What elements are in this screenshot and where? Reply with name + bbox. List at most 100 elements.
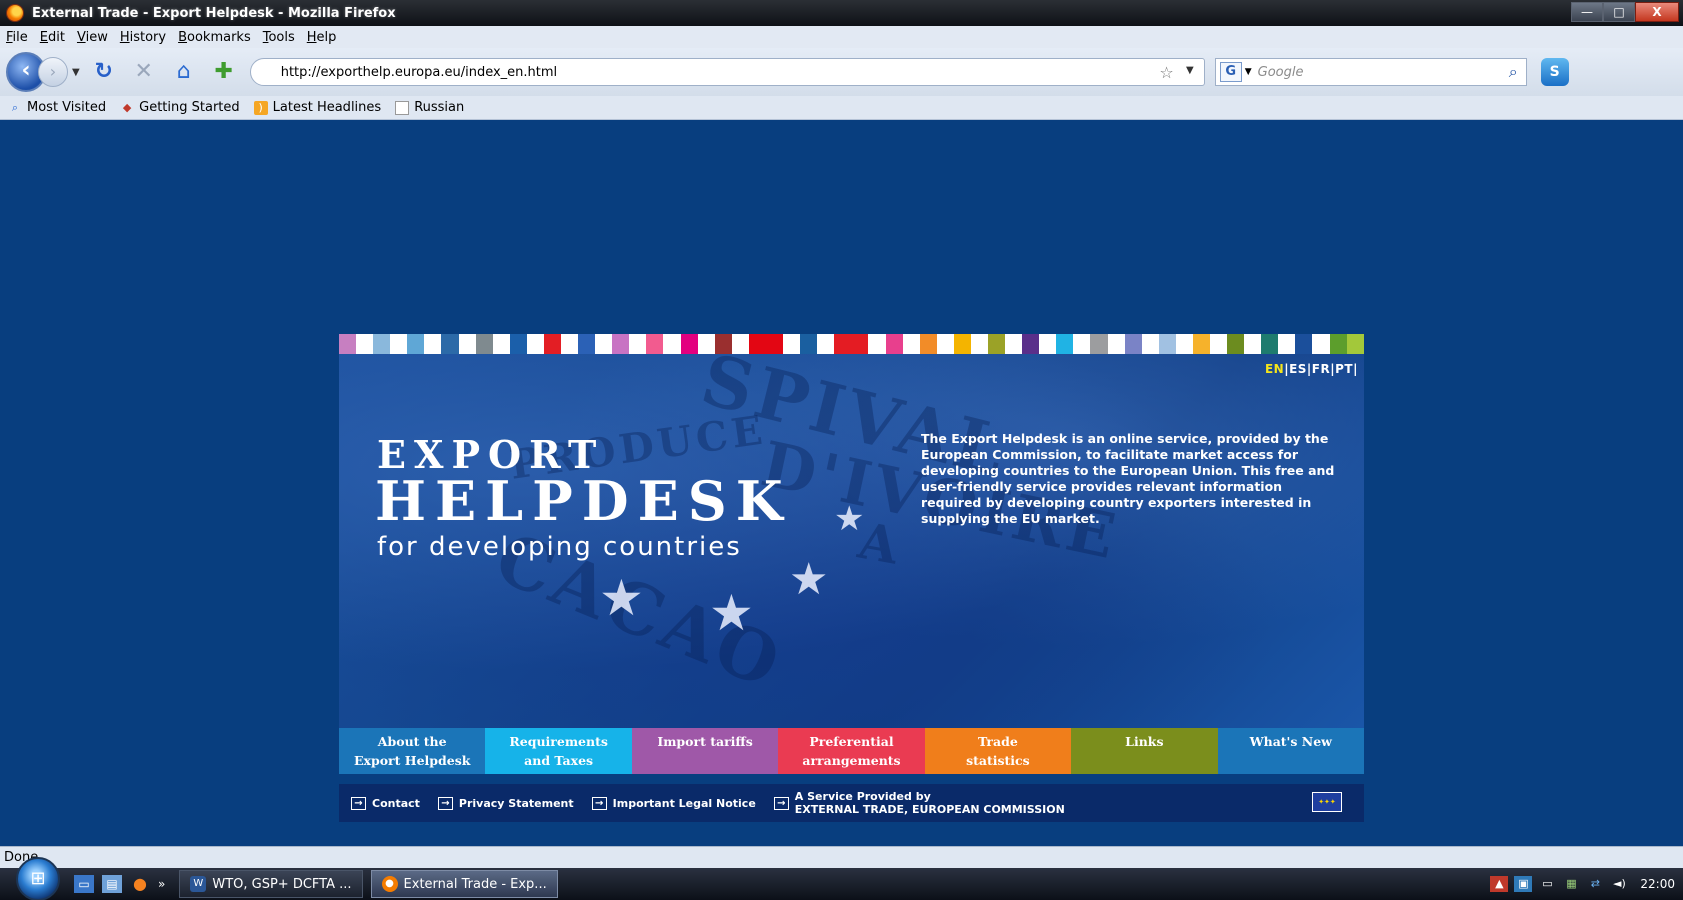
firefox-icon — [6, 4, 24, 22]
clock[interactable]: 22:00 — [1640, 877, 1675, 891]
tab-label: Preferential — [809, 734, 894, 749]
color-strip-segment — [1244, 334, 1262, 354]
url-bar[interactable]: http://exporthelp.europa.eu/index_en.htm… — [249, 58, 1205, 86]
menu-history[interactable]: History — [120, 30, 166, 45]
show-desktop-icon[interactable]: ▭ — [74, 875, 94, 893]
color-strip-segment — [987, 334, 1006, 354]
history-dropdown-icon[interactable]: ▼ — [72, 67, 80, 78]
minimize-button[interactable]: — — [1571, 2, 1603, 22]
bookmark-label: Most Visited — [27, 100, 107, 115]
color-strip-segment — [1175, 334, 1193, 354]
color-strip-segment — [373, 334, 391, 354]
color-strip-segment — [902, 334, 920, 354]
bookmark-most-visited[interactable]: ⌕ Most Visited — [8, 100, 106, 115]
color-strip-segment — [1073, 334, 1091, 354]
contact-link[interactable]: → Contact — [351, 796, 420, 810]
forward-button[interactable]: › — [38, 57, 68, 87]
bookmark-russian[interactable]: Russian — [395, 100, 464, 115]
color-strip-segment — [1022, 334, 1040, 354]
menu-view[interactable]: View — [77, 30, 108, 45]
color-strip-segment — [919, 334, 937, 354]
menu-bookmarks[interactable]: Bookmarks — [178, 30, 251, 45]
color-strip-segment — [407, 334, 425, 354]
tray-app-icon[interactable]: ▲ — [1490, 876, 1509, 892]
tab-requirements[interactable]: Requirements and Taxes — [485, 728, 632, 774]
tray-network-icon[interactable]: ▣ — [1514, 876, 1533, 892]
bookmark-getting-started[interactable]: ◆ Getting Started — [120, 100, 240, 115]
most-visited-icon: ⌕ — [11, 100, 19, 114]
color-strip-segment — [817, 334, 835, 354]
tab-import-tariffs[interactable]: Import tariffs — [631, 728, 779, 774]
page-content: SPIVAL PRODUCE D'IVOIRE CACAO A EN|ES|FR… — [0, 121, 1683, 846]
tab-trade-statistics[interactable]: Trade statistics — [924, 728, 1072, 774]
google-icon[interactable]: G — [1219, 62, 1242, 82]
tab-whats-new[interactable]: What's New — [1217, 728, 1364, 774]
addon-icon[interactable]: ✚ — [210, 58, 238, 86]
page-icon — [395, 100, 410, 115]
tab-about[interactable]: About the Export Helpdesk — [339, 728, 486, 774]
tray-monitor-icon[interactable]: ▭ — [1538, 876, 1556, 892]
tab-label: Export Helpdesk — [354, 753, 471, 768]
close-button[interactable]: X — [1635, 2, 1679, 22]
taskbar-item-label: External Trade - Exp... — [403, 876, 547, 892]
bookmarks-toolbar: ⌕ Most Visited ◆ Getting Started ) Lates… — [0, 96, 1683, 120]
color-strip-segment — [1261, 334, 1279, 354]
start-button[interactable]: ⊞ — [16, 857, 60, 900]
system-tray: ▲ ▣ ▭ ▦ ⇄ ◄) 22:00 — [1476, 868, 1683, 900]
window-controls: — □ X — [1571, 2, 1679, 22]
quicklaunch-chevron[interactable]: » — [158, 877, 165, 891]
service-provider-text: A Service Provided by EXTERNAL TRADE, EU… — [795, 790, 1065, 816]
menu-help[interactable]: Help — [307, 30, 337, 45]
lang-other-links[interactable]: |ES|FR|PT| — [1284, 362, 1358, 376]
color-strip-segment — [1124, 334, 1142, 354]
maximize-button[interactable]: □ — [1603, 2, 1635, 22]
switch-windows-icon[interactable]: ▤ — [102, 875, 122, 893]
skype-icon[interactable]: S — [1540, 58, 1569, 86]
color-strip-segment — [595, 334, 613, 354]
eu-star-icon: ★ — [834, 499, 865, 539]
stop-icon[interactable]: ✕ — [130, 58, 158, 86]
eu-flag-icon[interactable]: ✦✦✦ — [1312, 792, 1342, 812]
color-strip-segment — [1056, 334, 1074, 354]
color-strip-segment — [458, 334, 476, 354]
tray-notes-icon[interactable]: ▦ — [1562, 876, 1580, 892]
url-dropdown-icon[interactable]: ▼ — [1186, 65, 1194, 76]
color-strip-segment — [390, 334, 408, 354]
tab-links[interactable]: Links — [1071, 728, 1218, 774]
color-strip-segment — [748, 334, 766, 354]
window-titlebar: External Trade - Export Helpdesk - Mozil… — [0, 0, 1683, 26]
legal-notice-link[interactable]: → Important Legal Notice — [591, 796, 756, 810]
tab-preferential[interactable]: Preferential arrangements — [778, 728, 925, 774]
search-box[interactable]: G ▼ Google ⌕ — [1214, 58, 1527, 86]
menu-edit[interactable]: Edit — [40, 30, 65, 45]
lang-en-link[interactable]: EN — [1265, 362, 1284, 376]
color-strip-segment — [714, 334, 732, 354]
home-icon[interactable]: ⌂ — [170, 58, 198, 86]
service-provider-link[interactable]: → A Service Provided by EXTERNAL TRADE, … — [773, 790, 1065, 816]
menu-file[interactable]: File — [6, 30, 28, 45]
bookmark-star-icon[interactable]: ☆ — [1159, 63, 1173, 82]
reload-icon[interactable]: ↻ — [90, 58, 118, 86]
color-strip-segment — [1090, 334, 1108, 354]
color-strip-segment — [885, 334, 903, 354]
taskbar-item-word[interactable]: W WTO, GSP+ DCFTA ... — [179, 870, 363, 898]
color-strip-segment — [953, 334, 971, 354]
menu-tools[interactable]: Tools — [263, 30, 295, 45]
color-strip-segment — [936, 334, 954, 354]
menu-bar: File Edit View History Bookmarks Tools H… — [0, 26, 1683, 48]
search-icon[interactable]: ⌕ — [1509, 62, 1518, 82]
color-strip-segment — [526, 334, 544, 354]
tab-label: arrangements — [802, 753, 901, 768]
tab-label: statistics — [966, 753, 1030, 768]
volume-icon[interactable]: ◄) — [1610, 876, 1628, 892]
privacy-link[interactable]: → Privacy Statement — [437, 796, 574, 810]
privacy-label: Privacy Statement — [458, 796, 574, 810]
eu-star-icon: ★ — [709, 584, 754, 642]
tray-connection-icon[interactable]: ⇄ — [1586, 876, 1604, 892]
taskbar-item-firefox[interactable]: ● External Trade - Exp... — [370, 870, 558, 898]
search-engine-dropdown-icon[interactable]: ▼ — [1245, 67, 1252, 77]
bookmark-latest-headlines[interactable]: ) Latest Headlines — [253, 100, 381, 115]
firefox-quicklaunch-icon[interactable]: ● — [130, 875, 150, 893]
legal-notice-label: Important Legal Notice — [612, 796, 756, 810]
color-strip-segment — [492, 334, 510, 354]
